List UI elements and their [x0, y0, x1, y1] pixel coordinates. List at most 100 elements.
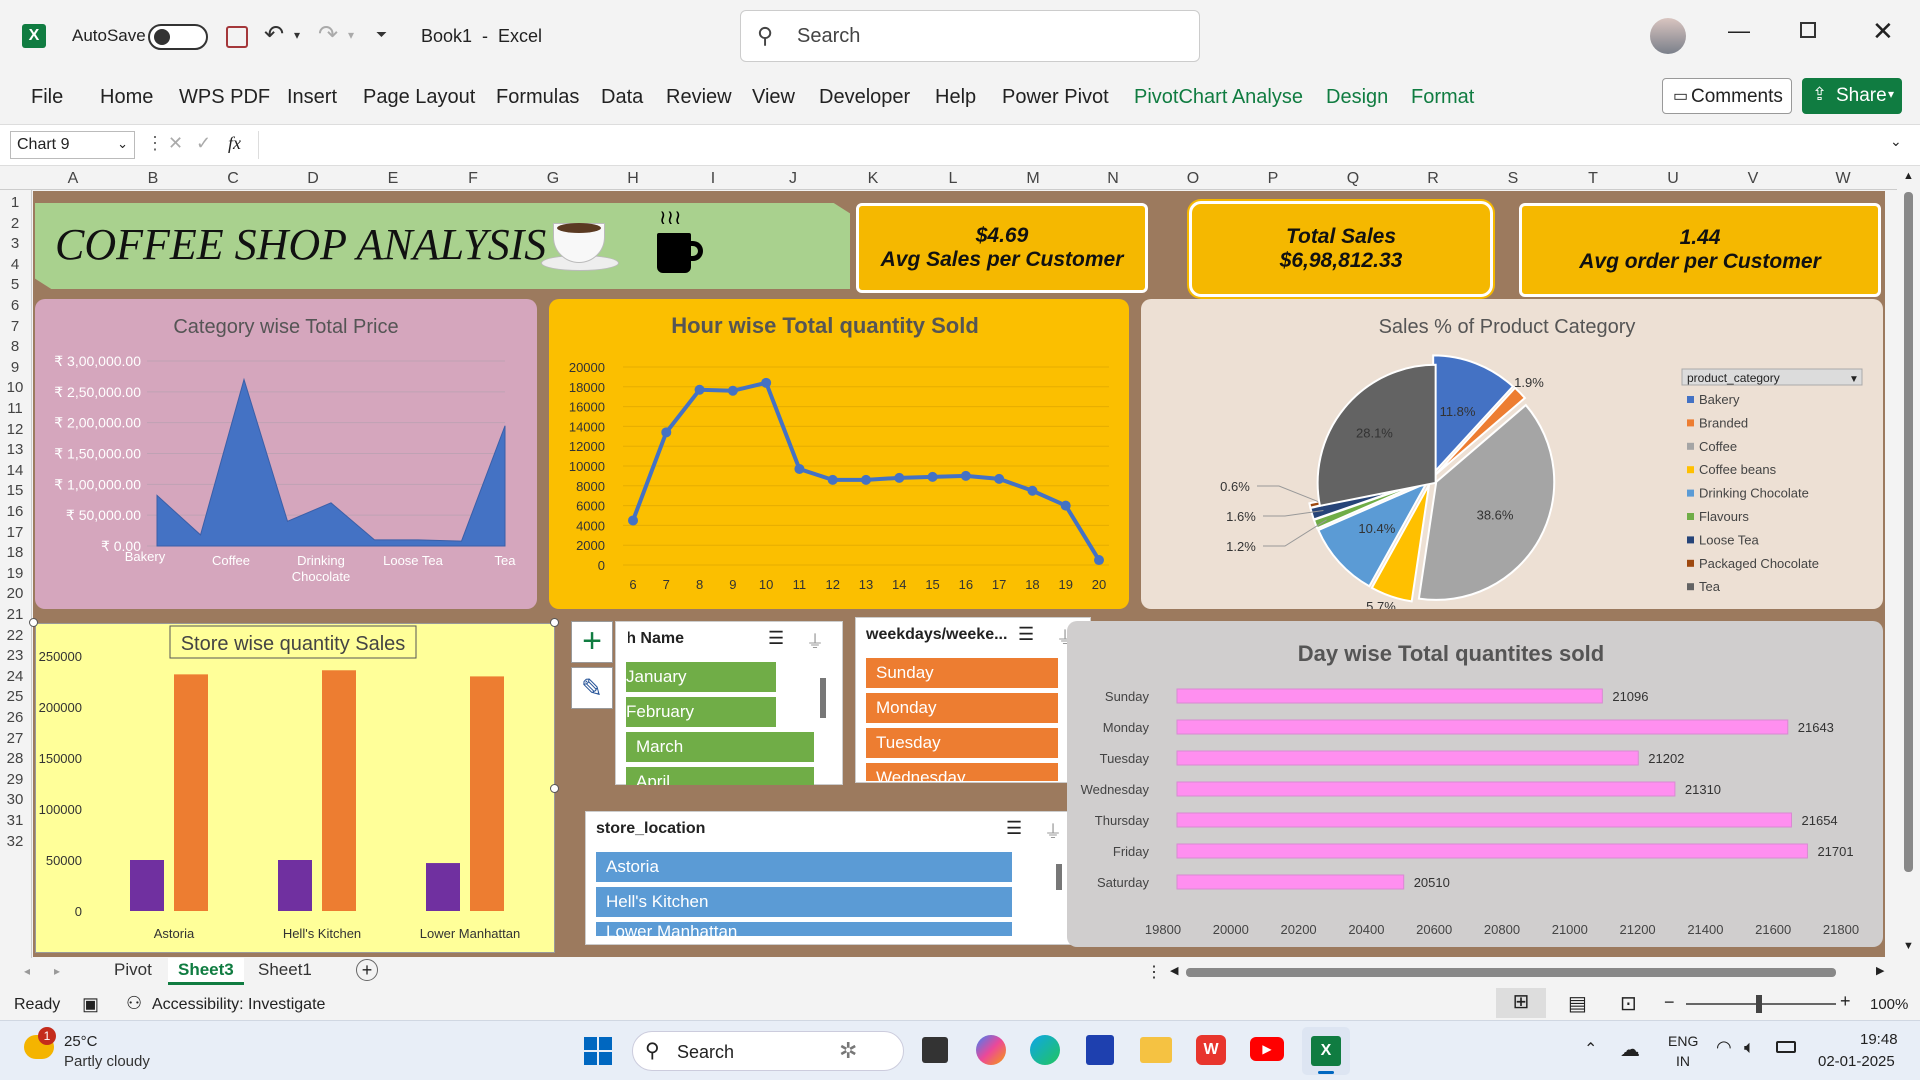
row-header[interactable]: 8	[0, 338, 30, 355]
tab-power-pivot[interactable]: Power Pivot	[1002, 86, 1109, 109]
name-box[interactable]: Chart 9 ⌄	[10, 131, 135, 159]
row-header[interactable]: 26	[0, 709, 30, 726]
column-header[interactable]: N	[1103, 170, 1123, 188]
macro-record-icon[interactable]: ▣	[82, 994, 99, 1015]
search-box[interactable]: ⚲ Search	[740, 10, 1200, 62]
row-header[interactable]: 21	[0, 606, 30, 623]
tab-wps-pdf[interactable]: WPS PDF	[179, 86, 270, 109]
volume-icon[interactable]: 🔈︎	[1744, 1037, 1755, 1058]
row-header[interactable]: 10	[0, 379, 30, 396]
autosave-toggle[interactable]	[148, 24, 208, 50]
column-header[interactable]: T	[1583, 170, 1603, 188]
row-header[interactable]: 2	[0, 215, 30, 232]
copilot-icon[interactable]	[976, 1035, 1006, 1065]
column-header[interactable]: M	[1023, 170, 1043, 188]
page-break-view-icon[interactable]: ⊡	[1620, 991, 1637, 1016]
weekday-slicer[interactable]: weekdays/weeke... ☰ ⏚ Sunday Monday Tues…	[855, 617, 1091, 783]
row-header[interactable]: 6	[0, 297, 30, 314]
category-sales-pie-chart[interactable]: Sales % of Product Category 11.8% 1.9% 38.6…	[1141, 299, 1883, 614]
tab-format[interactable]: Format	[1411, 86, 1474, 109]
column-header[interactable]: U	[1663, 170, 1683, 188]
row-header[interactable]: 12	[0, 421, 30, 438]
day-quantity-chart[interactable]: Day wise Total quantites sold 19800 20000 2…	[1067, 621, 1883, 947]
file-explorer-icon[interactable]	[1140, 1037, 1172, 1063]
clear-filter-icon[interactable]: ⏚	[1044, 818, 1062, 844]
clear-filter-icon[interactable]: ⏚	[806, 628, 824, 654]
show-hidden-icons[interactable]: ⌃	[1584, 1039, 1597, 1059]
select-all-corner[interactable]	[0, 168, 32, 190]
column-header[interactable]: I	[703, 170, 723, 188]
column-header[interactable]: K	[863, 170, 883, 188]
hour-quantity-chart[interactable]: Hour wise Total quantity Sold 0 2000 4000 60…	[549, 299, 1129, 609]
slicer-item[interactable]: April	[626, 767, 814, 785]
row-header[interactable]: 4	[0, 256, 30, 273]
column-header[interactable]: Q	[1343, 170, 1363, 188]
language-in[interactable]: IN	[1676, 1053, 1690, 1069]
weather-widget[interactable]: 1 25°C Partly cloudy	[18, 1027, 218, 1075]
row-header[interactable]: 15	[0, 482, 30, 499]
tab-home[interactable]: Home	[100, 86, 153, 109]
row-header[interactable]: 5	[0, 276, 30, 293]
zoom-slider-thumb[interactable]	[1756, 995, 1762, 1013]
zoom-in-icon[interactable]: +	[1840, 991, 1851, 1012]
row-header[interactable]: 19	[0, 565, 30, 582]
column-header[interactable]: A	[63, 170, 83, 188]
sheet-tab-active[interactable]: Sheet3	[168, 958, 244, 985]
slicer-scroll-thumb[interactable]	[1056, 864, 1062, 890]
row-header[interactable]: 17	[0, 524, 30, 541]
row-header[interactable]: 24	[0, 668, 30, 685]
column-header[interactable]: S	[1503, 170, 1523, 188]
row-header[interactable]: 14	[0, 462, 30, 479]
zoom-slider[interactable]	[1686, 995, 1836, 1013]
tab-insert[interactable]: Insert	[287, 86, 337, 109]
excel-taskbar-icon[interactable]: X	[1302, 1027, 1350, 1075]
row-header[interactable]: 23	[0, 647, 30, 664]
row-header[interactable]: 31	[0, 812, 30, 829]
column-header[interactable]: B	[143, 170, 163, 188]
slicer-item[interactable]: Hell's Kitchen	[596, 887, 1012, 917]
column-header[interactable]: J	[783, 170, 803, 188]
comments-button[interactable]: ▭ Comments	[1662, 78, 1792, 114]
selection-handle[interactable]	[29, 618, 38, 627]
wps-office-icon[interactable]: W	[1196, 1035, 1226, 1065]
tab-file[interactable]: File	[31, 86, 63, 109]
scroll-left-icon[interactable]: ◀	[1170, 964, 1178, 977]
close-icon[interactable]: ✕	[1872, 16, 1894, 47]
slicer-item[interactable]: Sunday	[866, 658, 1058, 688]
customize-qat-icon[interactable]: ⏷	[376, 26, 387, 43]
row-header[interactable]: 3	[0, 235, 30, 252]
accessibility-status[interactable]: Accessibility: Investigate	[152, 996, 325, 1014]
prev-sheet-icon[interactable]: ◂	[24, 964, 30, 978]
redo-icon[interactable]: ↷	[318, 20, 338, 49]
store-quantity-chart[interactable]: Store wise quantity Sales 0 50000 100000 150…	[35, 623, 555, 953]
row-header[interactable]: 30	[0, 791, 30, 808]
column-header[interactable]: O	[1183, 170, 1203, 188]
save-icon[interactable]	[226, 26, 248, 48]
undo-dropdown-icon[interactable]: ▾	[294, 28, 300, 42]
row-header[interactable]: 29	[0, 771, 30, 788]
page-layout-view-icon[interactable]: ▤	[1568, 991, 1587, 1016]
add-sheet-icon[interactable]: +	[356, 959, 378, 981]
scroll-up-icon[interactable]: ▲	[1903, 170, 1914, 182]
normal-view-icon[interactable]: ⊞	[1496, 988, 1546, 1018]
row-header[interactable]: 13	[0, 441, 30, 458]
multi-select-icon[interactable]: ☰	[1018, 624, 1034, 645]
row-header[interactable]: 20	[0, 585, 30, 602]
wifi-icon[interactable]: ◠	[1716, 1037, 1732, 1058]
zoom-level[interactable]: 100%	[1870, 996, 1908, 1013]
store-slicer[interactable]: store_location ☰ ⏚ Astoria Hell's Kitche…	[585, 811, 1081, 945]
column-header[interactable]: W	[1833, 170, 1853, 188]
tab-formulas[interactable]: Formulas	[496, 86, 579, 109]
expand-formula-icon[interactable]: ⌄	[1890, 133, 1902, 150]
row-header[interactable]: 22	[0, 627, 30, 644]
multi-select-icon[interactable]: ☰	[768, 628, 784, 649]
task-view-icon[interactable]	[922, 1037, 948, 1063]
share-button[interactable]: ⇪ Share ▾	[1802, 78, 1902, 114]
slicer-item[interactable]: Wednesday	[866, 763, 1058, 781]
column-header[interactable]: P	[1263, 170, 1283, 188]
avatar[interactable]	[1650, 18, 1686, 54]
month-slicer[interactable]: Month Name ☰ ⏚ January February March Ap…	[615, 621, 843, 785]
tab-developer[interactable]: Developer	[819, 86, 910, 109]
column-header[interactable]: F	[463, 170, 483, 188]
column-header[interactable]: L	[943, 170, 963, 188]
